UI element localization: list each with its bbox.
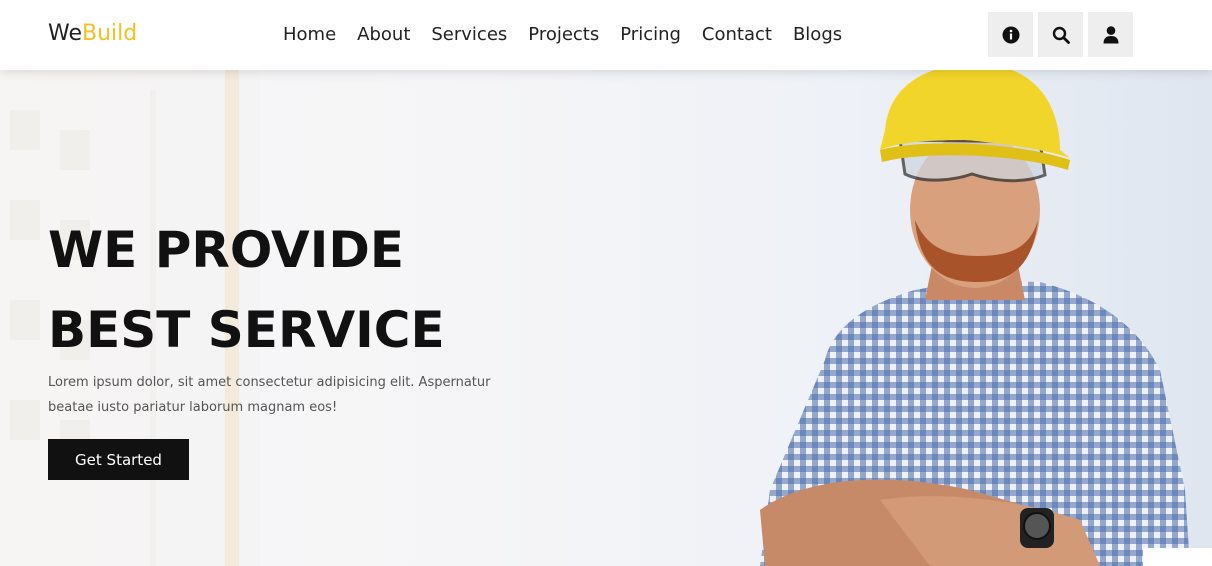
nav-home[interactable]: Home xyxy=(283,22,336,48)
nav-about[interactable]: About xyxy=(357,22,410,48)
logo-accent: Build xyxy=(82,21,138,46)
hero-description: Lorem ipsum dolor, sit amet consectetur … xyxy=(48,370,491,420)
nav-contact[interactable]: Contact xyxy=(702,22,772,48)
account-button[interactable] xyxy=(1088,12,1133,57)
header-icon-group xyxy=(988,12,1133,57)
construction-worker-photo xyxy=(760,70,1190,566)
nav-pricing[interactable]: Pricing xyxy=(620,22,681,48)
nav-services[interactable]: Services xyxy=(431,22,507,48)
corner-panel xyxy=(1143,548,1212,566)
hero-section: WE PROVIDE BEST SERVICE Lorem ipsum dolo… xyxy=(0,70,1212,566)
logo-prefix: We xyxy=(48,21,82,46)
site-header: WeBuild Home About Services Projects Pri… xyxy=(0,0,1212,70)
info-icon xyxy=(1002,26,1019,43)
search-icon xyxy=(1052,26,1070,44)
user-icon xyxy=(1103,25,1118,43)
nav-blogs[interactable]: Blogs xyxy=(793,22,842,48)
hero-description-line-2: beatae iusto pariatur laborum magnam eos… xyxy=(48,400,338,415)
hero-title-line-2: BEST SERVICE xyxy=(48,301,445,359)
info-button[interactable] xyxy=(988,12,1033,57)
hero-description-line-1: Lorem ipsum dolor, sit amet consectetur … xyxy=(48,375,491,390)
hero-title: WE PROVIDE BEST SERVICE xyxy=(48,210,445,370)
nav-projects[interactable]: Projects xyxy=(528,22,599,48)
logo[interactable]: WeBuild xyxy=(48,20,137,48)
search-button[interactable] xyxy=(1038,12,1083,57)
get-started-button[interactable]: Get Started xyxy=(48,439,189,480)
main-nav: Home About Services Projects Pricing Con… xyxy=(283,22,863,48)
hero-title-line-1: WE PROVIDE xyxy=(48,221,404,279)
